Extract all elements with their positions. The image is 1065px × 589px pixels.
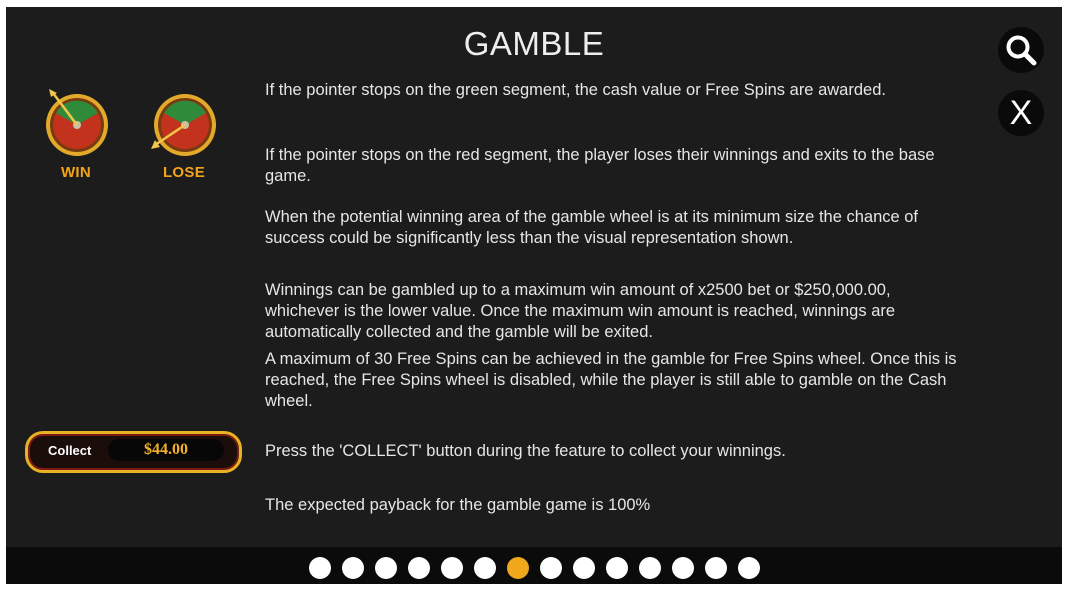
page-dot-12[interactable] (671, 557, 694, 579)
page-dot-13[interactable] (704, 557, 727, 579)
page-dot-10[interactable] (605, 557, 628, 579)
close-button[interactable]: X (998, 90, 1044, 136)
page-dot-9[interactable] (572, 557, 595, 579)
help-panel: GAMBLE X WIN LOSE Collect $44.00 If the … (6, 7, 1062, 584)
page-dot-4[interactable] (407, 557, 430, 579)
page-dot-8[interactable] (539, 557, 562, 579)
rule-paragraph: When the potential winning area of the g… (265, 208, 919, 247)
rule-paragraph: Winnings can be gambled up to a maximum … (265, 281, 896, 341)
close-icon: X (1009, 94, 1033, 132)
rule-paragraph: The expected payback for the gamble game… (265, 496, 651, 514)
page-dot-6[interactable] (473, 557, 496, 579)
page-dot-11[interactable] (638, 557, 661, 579)
page-dot-14[interactable] (737, 557, 760, 579)
rule-paragraph: A maximum of 30 Free Spins can be achiev… (265, 350, 957, 410)
win-label: WIN (60, 164, 92, 181)
win-wheel: WIN (36, 87, 116, 181)
gamble-wheel-lose-icon (151, 94, 216, 156)
rule-paragraph: If the pointer stops on the green segmen… (265, 81, 886, 99)
page-dot-7[interactable] (506, 557, 529, 579)
rule-paragraph: Press the 'COLLECT' button during the fe… (265, 442, 786, 460)
gamble-wheel-win-icon (46, 89, 108, 156)
page-title: GAMBLE (463, 25, 605, 62)
collect-button[interactable]: Collect $44.00 (25, 431, 242, 473)
collect-label: Collect (48, 443, 92, 458)
collect-value-box: $44.00 (108, 439, 224, 461)
page-dot-2[interactable] (341, 557, 364, 579)
pagination-bar (6, 547, 1062, 584)
page-dot-1[interactable] (308, 557, 331, 579)
search-button[interactable] (998, 27, 1044, 73)
collect-amount: $44.00 (144, 441, 188, 458)
pagination-dots (6, 557, 1062, 579)
rule-paragraph: If the pointer stops on the red segment,… (265, 146, 935, 185)
lose-label: LOSE (162, 164, 206, 181)
page-dot-5[interactable] (440, 557, 463, 579)
page-dot-3[interactable] (374, 557, 397, 579)
lose-wheel: LOSE (144, 87, 224, 181)
magnifier-icon (1006, 35, 1037, 66)
